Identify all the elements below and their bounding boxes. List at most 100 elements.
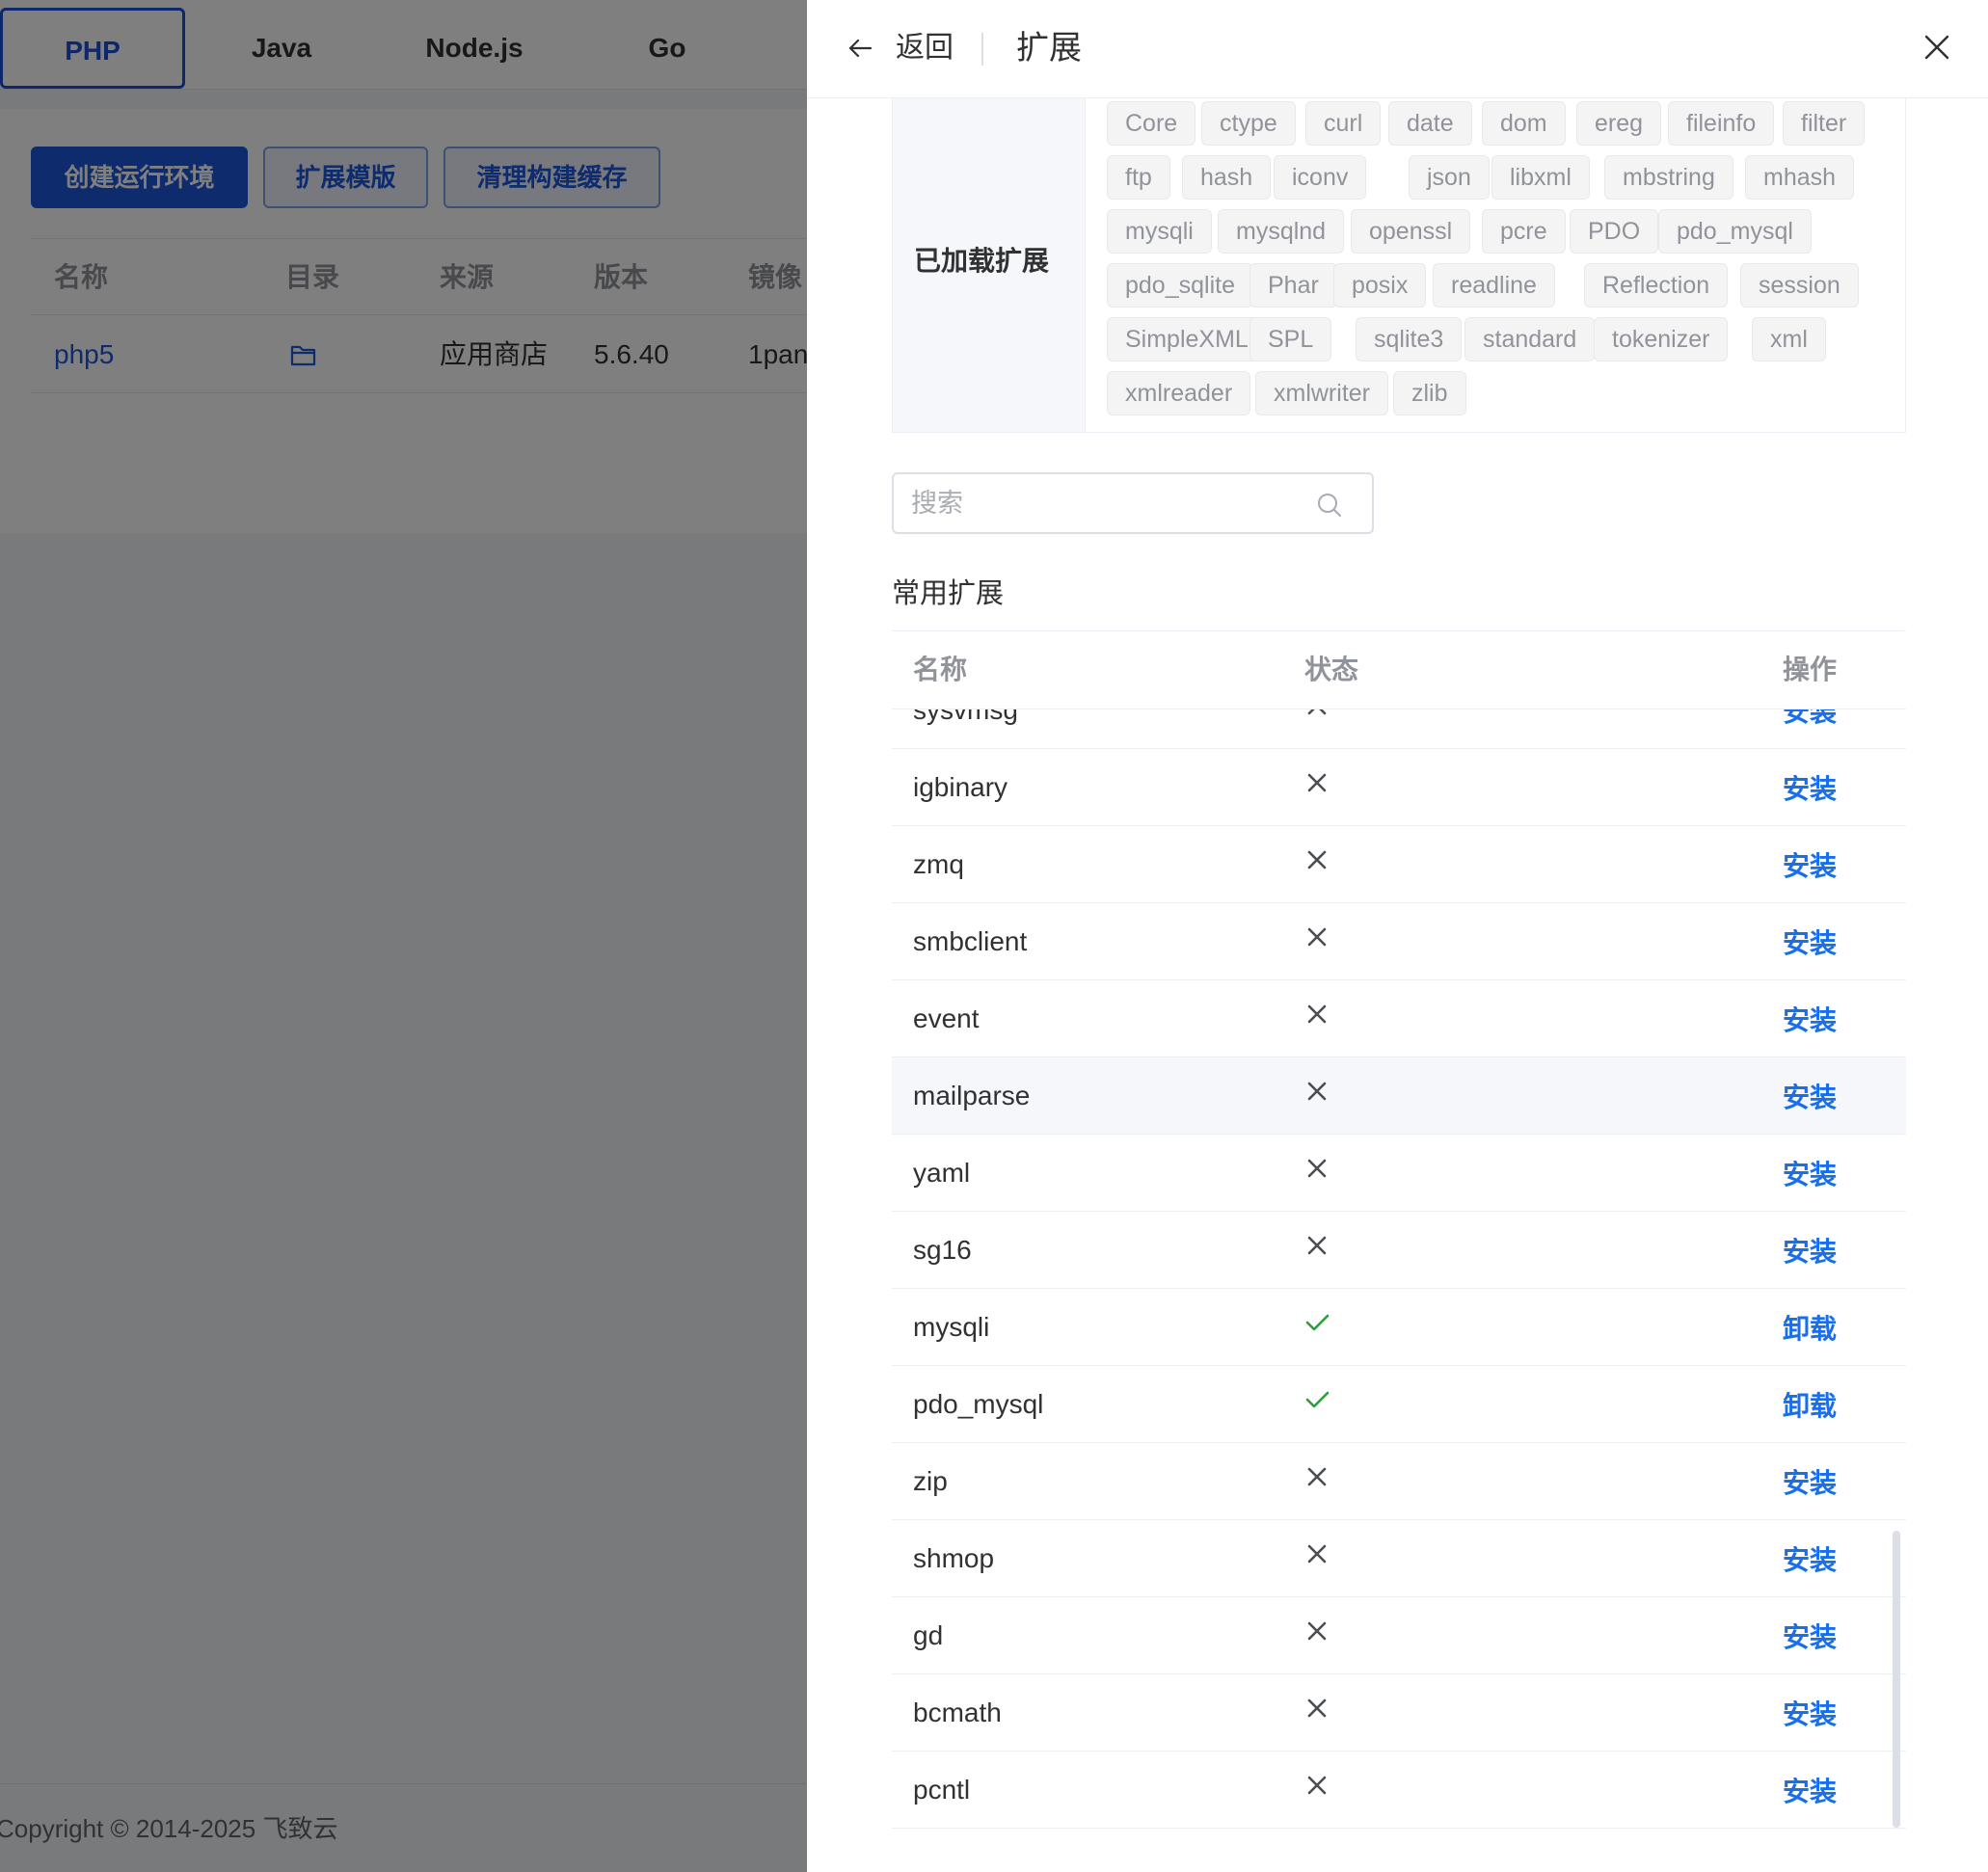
loaded-extension-tag: curl (1305, 101, 1382, 146)
table-row: yaml 安装 (892, 1135, 1906, 1212)
loaded-extension-tag: Phar (1249, 263, 1337, 308)
extension-name: yaml (913, 1158, 971, 1188)
loaded-extension-tag: mysqli (1107, 209, 1212, 254)
install-button[interactable]: 安装 (1783, 1597, 1837, 1678)
table-row: mysqli 卸载 (892, 1289, 1906, 1366)
table-row: mailparse 安装 (892, 1057, 1906, 1135)
table-row: sg16 安装 (892, 1212, 1906, 1289)
extension-name: mysqli (913, 1312, 990, 1342)
extension-name: zmq (913, 849, 964, 879)
loaded-extension-tag: dom (1482, 101, 1566, 146)
table-row: zip 安装 (892, 1443, 1906, 1520)
loaded-extension-tag: standard (1464, 317, 1596, 361)
loaded-extension-tag: date (1388, 101, 1472, 146)
common-extensions-title: 常用扩展 (892, 578, 1005, 609)
loaded-extension-tag: mbstring (1604, 155, 1733, 200)
loaded-extensions-label: 已加载扩展 (914, 246, 1050, 276)
cross-icon (1307, 927, 1327, 947)
loaded-extension-tag: SimpleXML (1107, 317, 1267, 361)
extension-name: bcmath (913, 1698, 1002, 1727)
back-button[interactable]: 返回 (896, 0, 954, 96)
loaded-extension-tag: zlib (1393, 371, 1466, 415)
table-row: gd 安装 (892, 1597, 1906, 1674)
loaded-extension-tag: xmlwriter (1255, 371, 1388, 415)
check-icon (1305, 1391, 1330, 1408)
loaded-extension-tag: PDO (1570, 209, 1659, 254)
extension-name: zip (913, 1466, 948, 1496)
search-input[interactable] (911, 484, 1316, 522)
uninstall-button[interactable]: 卸载 (1783, 1289, 1837, 1370)
cross-icon (1307, 850, 1327, 869)
cross-icon (1307, 1159, 1327, 1178)
loaded-extension-tag: iconv (1274, 155, 1367, 200)
drawer-title: 扩展 (1016, 30, 1082, 67)
loaded-extension-tag: fileinfo (1668, 101, 1775, 146)
extension-name: shmop (913, 1543, 995, 1573)
loaded-extension-tag: openssl (1351, 209, 1471, 254)
cross-icon (1307, 1082, 1327, 1101)
table-scrollbar[interactable] (1893, 1531, 1900, 1828)
loaded-extension-tag: Core (1107, 101, 1196, 146)
extension-name: sysvmsg (913, 709, 1018, 725)
table-row: pcntl 安装 (892, 1752, 1906, 1829)
extension-name: mailparse (913, 1081, 1031, 1110)
extension-name: pdo_mysql (913, 1389, 1044, 1419)
table-row: bcmath 安装 (892, 1674, 1906, 1752)
cross-icon (1307, 1004, 1327, 1024)
header-divider (981, 33, 983, 66)
extension-search-box[interactable] (892, 472, 1374, 534)
table-row: sysvmsg 安装 (892, 709, 1906, 749)
install-button[interactable]: 安装 (1783, 1443, 1837, 1524)
extensions-table-body[interactable]: sysvmsg 安装 igbinary 安装 zmq 安装 smbclient 安装 event… (892, 709, 1906, 1835)
cross-icon (1307, 1621, 1327, 1641)
loaded-extension-tag: ereg (1576, 101, 1662, 146)
loaded-extension-tag: libxml (1491, 155, 1590, 200)
extension-name: sg16 (913, 1235, 972, 1265)
column-action: 操作 (1783, 655, 1838, 684)
loaded-extension-tag: readline (1433, 263, 1555, 308)
loaded-extension-tag: filter (1783, 101, 1866, 146)
loaded-extension-tag: ftp (1107, 155, 1170, 200)
cross-icon (1307, 709, 1327, 715)
install-button[interactable]: 安装 (1783, 903, 1837, 984)
extension-name: smbclient (913, 926, 1028, 956)
common-extensions-table: 名称 状态 操作 sysvmsg 安装 igbinary 安装 zmq 安装 smbclie… (892, 630, 1906, 1835)
loaded-extensions-label-cell: 已加载扩展 (893, 98, 1086, 432)
check-icon (1305, 1314, 1330, 1331)
loaded-extension-tag: mysqlnd (1218, 209, 1345, 254)
loaded-extension-tag: mhash (1745, 155, 1855, 200)
table-row: shmop 安装 (892, 1520, 1906, 1597)
loaded-extension-tag: SPL (1249, 317, 1332, 361)
cross-icon (1307, 773, 1327, 792)
column-name: 名称 (913, 655, 968, 684)
table-row: event 安装 (892, 980, 1906, 1057)
loaded-extension-tag: Reflection (1584, 263, 1729, 308)
drawer-header: 返回 扩展 (807, 0, 1988, 98)
install-button[interactable]: 安装 (1783, 980, 1837, 1061)
install-button[interactable]: 安装 (1783, 709, 1837, 753)
loaded-extension-tag: session (1740, 263, 1859, 308)
table-row: smbclient 安装 (892, 903, 1906, 980)
install-button[interactable]: 安装 (1783, 1520, 1837, 1601)
install-button[interactable]: 安装 (1783, 1674, 1837, 1755)
install-button[interactable]: 安装 (1783, 826, 1837, 907)
arrow-left-icon[interactable] (846, 33, 876, 64)
install-button[interactable]: 安装 (1783, 1135, 1837, 1216)
loaded-extension-tag: json (1409, 155, 1490, 200)
cross-icon (1307, 1236, 1327, 1255)
extension-name: event (913, 1003, 980, 1033)
loaded-extension-tag: posix (1333, 263, 1427, 308)
install-button[interactable]: 安装 (1783, 1212, 1837, 1293)
uninstall-button[interactable]: 卸载 (1783, 1366, 1837, 1447)
close-icon[interactable] (1921, 31, 1953, 64)
table-row: zmq 安装 (892, 826, 1906, 903)
cross-icon (1307, 1698, 1327, 1718)
cross-icon (1307, 1467, 1327, 1486)
install-button[interactable]: 安装 (1783, 1752, 1837, 1832)
extensions-table-header: 名称 状态 操作 (892, 631, 1906, 709)
loaded-extension-tag: xml (1752, 317, 1826, 361)
loaded-extension-tag: hash (1182, 155, 1272, 200)
table-row: igbinary 安装 (892, 749, 1906, 826)
install-button[interactable]: 安装 (1783, 1057, 1837, 1138)
install-button[interactable]: 安装 (1783, 749, 1837, 830)
